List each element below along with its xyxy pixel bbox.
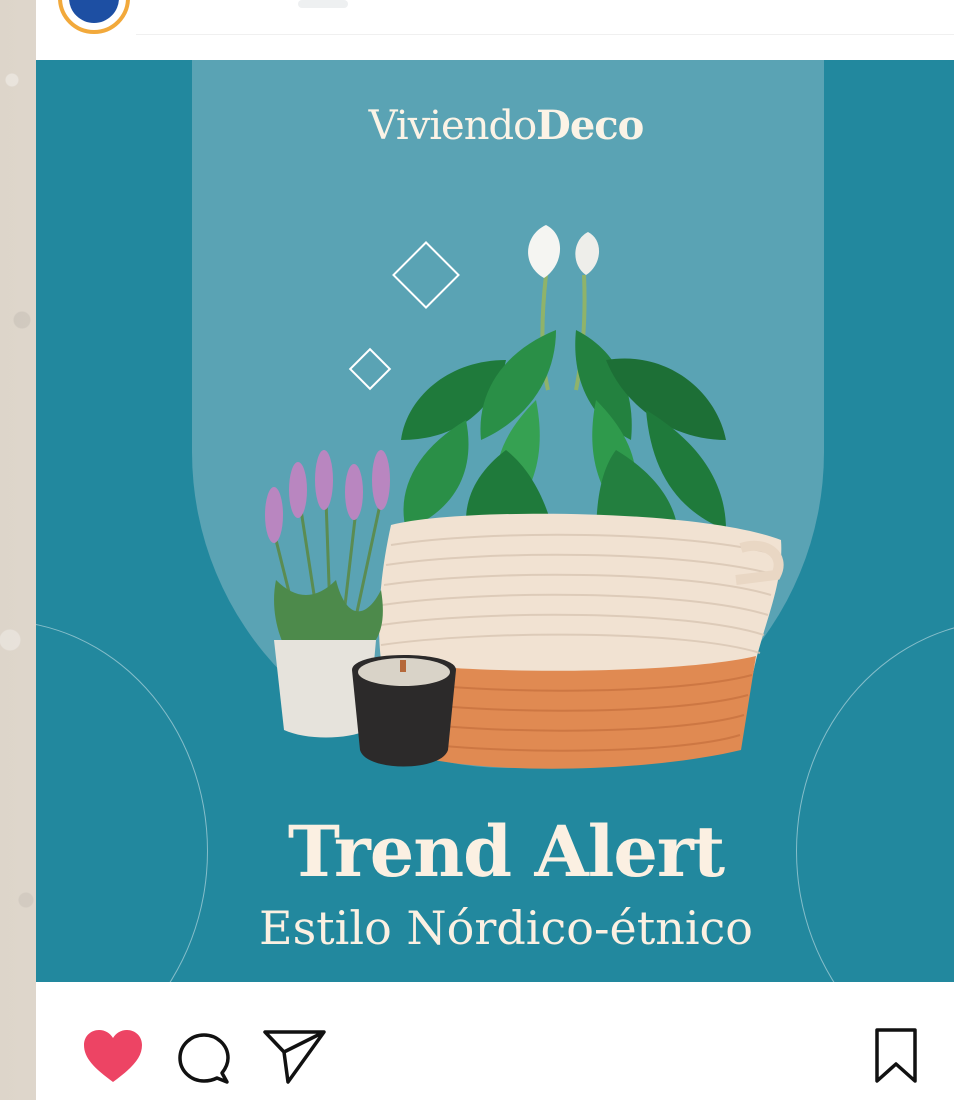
username-placeholder[interactable] (298, 0, 348, 8)
post-actions-bar (36, 982, 954, 1100)
comment-bubble-icon (178, 1033, 230, 1084)
share-button[interactable] (262, 1026, 328, 1086)
bookmark-icon (875, 1028, 917, 1083)
headline: Trend Alert (287, 810, 725, 893)
paper-plane-icon (263, 1030, 326, 1084)
black-candle (352, 655, 456, 767)
post-header (36, 0, 954, 36)
like-button[interactable] (82, 1028, 144, 1084)
header-divider (136, 34, 954, 35)
peace-lily-plant (401, 225, 726, 560)
post-image[interactable]: ViviendoDeco Trend Alert Estilo Nórdico-… (36, 60, 954, 982)
avatar[interactable] (58, 0, 130, 34)
instagram-post-card: ViviendoDeco Trend Alert Estilo Nórdico-… (36, 0, 954, 1100)
save-button[interactable] (872, 1026, 920, 1086)
heart-filled-icon (84, 1030, 142, 1082)
subheadline: Estilo Nórdico-étnico (258, 901, 753, 955)
comment-button[interactable] (176, 1030, 232, 1086)
